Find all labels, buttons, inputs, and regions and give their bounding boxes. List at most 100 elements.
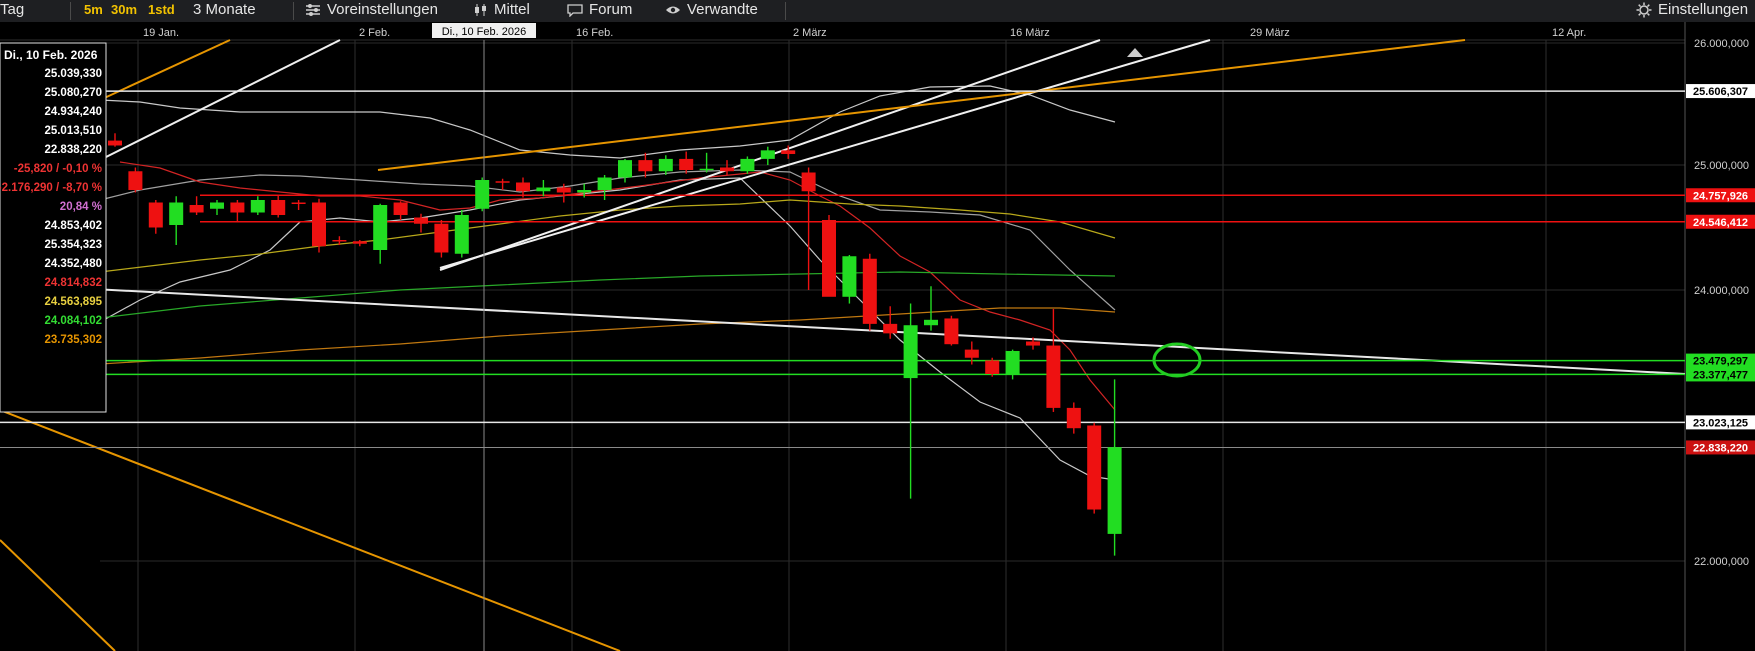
interval-30m-button[interactable]: 30m xyxy=(111,0,137,22)
info-box-value: 24.853,402 xyxy=(44,220,102,232)
chart-background xyxy=(0,22,1755,651)
presets-label: Voreinstellungen xyxy=(327,1,438,18)
candle-body xyxy=(577,190,592,193)
candle-body xyxy=(373,205,388,250)
price-label: 23.479,297 xyxy=(1693,356,1748,368)
candle-body xyxy=(597,177,612,190)
toolbar-divider xyxy=(785,2,786,20)
candle-body xyxy=(964,349,979,358)
candle-body xyxy=(658,158,673,172)
x-tick-label: 16 März xyxy=(1010,27,1050,39)
x-tick-label: 29 März xyxy=(1250,27,1290,39)
candle-body xyxy=(352,241,367,244)
candle-body xyxy=(781,150,796,155)
x-tick-label: 2 Feb. xyxy=(359,27,390,39)
range-selector[interactable]: 3 Monate xyxy=(193,0,256,22)
candle-body xyxy=(638,160,653,172)
related-button[interactable]: Verwandte xyxy=(665,0,758,22)
info-box-value: 22.838,220 xyxy=(44,144,102,156)
info-box-value: -2.176,290 / -8,70 % xyxy=(0,182,102,194)
candle-body xyxy=(1026,341,1040,346)
toolbar: Tag 5m 30m 1std 3 Monate Voreinstellunge… xyxy=(0,0,1755,23)
settings-button[interactable]: Einstellungen xyxy=(1636,0,1748,22)
candle-body xyxy=(454,215,469,254)
date-axis xyxy=(0,22,1685,40)
settings-label: Einstellungen xyxy=(1658,1,1749,18)
candle-body xyxy=(516,182,530,192)
interval-1std-button[interactable]: 1std xyxy=(148,0,175,22)
candle-body xyxy=(312,202,326,247)
forum-label: Forum xyxy=(589,1,633,18)
candle-body xyxy=(924,319,938,326)
info-box-value: 25.039,330 xyxy=(44,68,102,80)
candle-body xyxy=(740,158,755,172)
interval-5m-button[interactable]: 5m xyxy=(84,0,103,22)
info-box-value: 23.735,302 xyxy=(44,334,102,346)
candle-body xyxy=(862,258,877,324)
candlestick-icon xyxy=(475,4,486,17)
info-box-value: 25.354,323 xyxy=(44,239,102,251)
period-label[interactable]: Tag xyxy=(0,0,24,22)
y-tick-label: 25.000,000 xyxy=(1694,160,1749,172)
cursor-date-tag: Di., 10 Feb. 2026 xyxy=(442,26,526,38)
candle-body xyxy=(148,202,163,228)
candle-body xyxy=(801,172,816,192)
toolbar-divider xyxy=(70,2,71,20)
candle-body xyxy=(250,200,265,213)
candle-body xyxy=(414,217,428,224)
x-tick-label: 2 März xyxy=(793,27,827,39)
candle-body xyxy=(556,187,571,193)
candle-body xyxy=(903,325,918,379)
y-tick-label: 26.000,000 xyxy=(1694,38,1749,50)
info-box-value: 24.814,832 xyxy=(44,277,102,289)
price-label: 23.377,477 xyxy=(1693,369,1748,381)
sliders-icon xyxy=(306,4,320,17)
x-tick-label: 19 Jan. xyxy=(143,27,179,39)
candle-body xyxy=(842,256,857,297)
presets-button[interactable]: Voreinstellungen xyxy=(305,0,438,22)
candle-body xyxy=(291,202,306,204)
candle-body xyxy=(679,158,694,170)
candle-body xyxy=(189,205,204,213)
info-box-value: 24.084,102 xyxy=(44,315,102,327)
chat-bubble-icon xyxy=(567,4,583,18)
info-box: Di., 10 Feb. 2026 25.039,330 25.080,270 24… xyxy=(0,42,107,413)
candle-body xyxy=(536,187,551,192)
candle-body xyxy=(720,167,734,172)
candle-body xyxy=(128,171,143,190)
eye-icon xyxy=(666,6,680,14)
price-label: 24.546,412 xyxy=(1693,217,1748,229)
candle-body xyxy=(475,180,490,209)
info-box-value: 20,84 % xyxy=(60,201,102,213)
candle-body xyxy=(169,202,184,225)
info-box-value: 25.080,270 xyxy=(44,87,102,99)
info-box-date: Di., 10 Feb. 2026 xyxy=(4,48,98,62)
info-box-value: -25,820 / -0,10 % xyxy=(14,163,102,175)
candlestick-chart[interactable]: 19 Jan. 2 Feb. 16 Feb. 2 März 16 März 29 März… xyxy=(0,22,1755,651)
x-tick-label: 12 Apr. xyxy=(1552,27,1586,39)
candle-body xyxy=(1107,447,1122,534)
candle-body xyxy=(1005,350,1020,375)
info-box-value: 24.352,480 xyxy=(44,258,102,270)
info-box-value: 24.934,240 xyxy=(44,106,102,118)
y-tick-label: 24.000,000 xyxy=(1694,285,1749,297)
info-box-value: 24.563,895 xyxy=(44,296,102,308)
candle-body xyxy=(1046,345,1061,408)
forum-button[interactable]: Forum xyxy=(567,0,632,22)
price-label: 22.838,220 xyxy=(1693,442,1748,454)
candle-body xyxy=(393,202,408,215)
y-tick-label: 22.000,000 xyxy=(1694,556,1749,568)
candle-body xyxy=(699,168,714,171)
candle-body xyxy=(271,200,286,215)
candle-body xyxy=(883,323,898,334)
candle-body xyxy=(1087,425,1102,510)
price-label: 23.023,125 xyxy=(1693,417,1748,429)
candle-body xyxy=(822,220,836,297)
candle-body xyxy=(760,150,775,159)
gear-icon xyxy=(1636,2,1652,18)
candle-body xyxy=(230,202,245,213)
average-button[interactable]: Mittel xyxy=(474,0,530,22)
candle-body xyxy=(1066,407,1081,429)
info-box-value: 25.013,510 xyxy=(44,125,102,137)
candle-body xyxy=(985,360,1000,375)
